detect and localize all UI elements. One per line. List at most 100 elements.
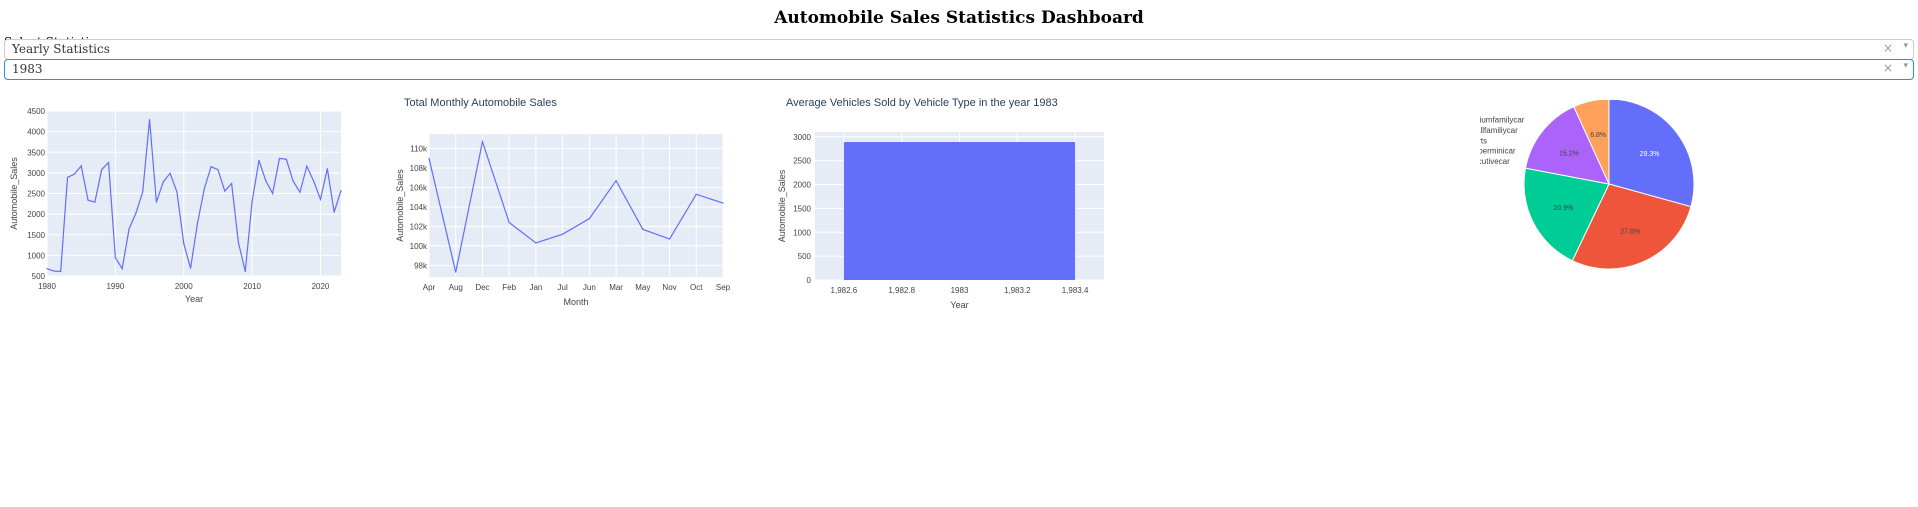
x-tick-label: Nov — [662, 283, 676, 292]
y-tick-label: 108k — [410, 164, 428, 173]
data-point — [306, 165, 308, 167]
pie-slice-label: 20.9% — [1554, 205, 1574, 212]
data-point — [455, 271, 457, 273]
x-tick-label: 1,983.2 — [1004, 286, 1031, 295]
x-tick-label: 1990 — [106, 282, 124, 291]
data-point — [319, 198, 322, 200]
data-point — [142, 191, 144, 193]
chevron-down-icon[interactable]: ▾ — [1903, 41, 1908, 51]
data-point — [278, 157, 281, 160]
page-title: Automobile Sales Statistics Dashboard — [774, 8, 1144, 28]
data-point — [210, 166, 212, 168]
data-point — [162, 181, 164, 183]
data-point — [189, 267, 192, 269]
y-tick-label: 98k — [414, 261, 428, 270]
y-axis-label: Automobile_Sales — [395, 169, 405, 242]
x-axis-label: Month — [563, 297, 588, 307]
data-point — [169, 172, 171, 174]
data-point — [428, 157, 430, 159]
data-point — [128, 228, 130, 230]
y-tick-label: 4000 — [27, 128, 45, 137]
data-point — [87, 199, 89, 201]
x-tick-label: 1,982.8 — [888, 286, 915, 295]
data-point — [265, 180, 267, 182]
y-tick-label: 4500 — [27, 107, 45, 116]
x-tick-label: Jan — [529, 283, 542, 292]
pie-slice-label: 6.8% — [1590, 132, 1606, 139]
data-point — [176, 191, 178, 193]
y-tick-label: 1000 — [793, 228, 811, 237]
chart-title: Average Vehicles Sold by Vehicle Type in… — [786, 97, 1058, 109]
data-point — [46, 267, 48, 270]
y-tick-label: 104k — [410, 203, 428, 212]
data-point — [244, 270, 246, 273]
year-dropdown[interactable]: 1983 × ▾ — [4, 59, 1914, 80]
y-tick-label: 2500 — [27, 190, 45, 199]
x-tick-label: 1,983.4 — [1062, 286, 1089, 295]
x-tick-label: 1,982.6 — [831, 286, 858, 295]
data-point — [107, 161, 110, 164]
data-point — [272, 192, 274, 195]
pie-slice-label: 15.2% — [1559, 150, 1579, 157]
y-tick-label: 1500 — [27, 231, 45, 240]
legend-item-label: Mediumfamilycar — [1480, 116, 1525, 125]
clear-icon[interactable]: × — [1883, 41, 1893, 55]
y-tick-label: 3000 — [793, 133, 811, 142]
data-point — [155, 201, 157, 203]
data-point — [53, 270, 55, 272]
x-tick-label: Sep — [716, 283, 731, 292]
monthly-sales-line-chart: Total Monthly Automobile Sales Apr Aug Dec F… — [395, 97, 731, 307]
data-point — [642, 228, 644, 230]
data-point — [313, 180, 315, 182]
data-point — [326, 168, 328, 170]
y-tick-label: 3500 — [27, 148, 45, 157]
data-point — [101, 168, 103, 171]
x-tick-label: Jul — [558, 283, 568, 292]
x-tick-label: 2010 — [243, 282, 261, 291]
plot-area — [429, 134, 723, 277]
data-point — [292, 180, 294, 182]
data-point — [588, 218, 590, 220]
statistics-dropdown[interactable]: Yearly Statistics × ▾ — [4, 39, 1914, 60]
data-point — [80, 165, 82, 167]
y-tick-label: 500 — [32, 272, 46, 281]
y-tick-label: 500 — [798, 252, 812, 261]
legend-item-label: Supperminicar — [1480, 147, 1516, 156]
data-point — [135, 212, 137, 214]
x-tick-label: 1983 — [951, 286, 969, 295]
chart-title: Total Monthly Automobile Sales — [404, 97, 557, 109]
legend-item-label: Smallfamiliycar — [1480, 126, 1518, 135]
data-point — [333, 211, 335, 213]
legend-item-label: Executivecar — [1480, 157, 1510, 166]
x-axis-label: Year — [185, 294, 203, 304]
yearly-sales-line-chart: 1980 1990 2000 2010 2020 500 1000 1500 2000 2500 3… — [9, 107, 342, 304]
y-tick-label: 0 — [807, 276, 812, 285]
data-point — [94, 201, 96, 203]
y-tick-label: 102k — [410, 222, 428, 231]
data-point — [196, 223, 199, 225]
data-point — [203, 188, 205, 190]
data-point — [535, 242, 537, 244]
data-point — [183, 242, 185, 245]
y-tick-label: 110k — [410, 145, 428, 154]
chevron-down-icon[interactable]: ▾ — [1903, 61, 1908, 71]
data-point — [224, 190, 226, 192]
data-point — [668, 238, 671, 240]
data-point — [60, 270, 62, 273]
data-point — [615, 180, 617, 182]
data-point — [231, 183, 233, 185]
data-point — [237, 241, 240, 244]
x-tick-label: Feb — [502, 283, 516, 292]
x-tick-label: 2020 — [312, 282, 330, 291]
data-point — [562, 233, 564, 235]
data-point — [73, 173, 75, 175]
data-point — [508, 221, 510, 224]
x-tick-label: May — [635, 283, 650, 292]
y-axis-label: Automobile_Sales — [777, 169, 787, 242]
clear-icon[interactable]: × — [1883, 61, 1893, 75]
vehicle-type-pie-chart: 29.3%27.8%20.9%15.2%6.8%MediumfamilycarS… — [1480, 100, 1695, 270]
x-tick-label: 1980 — [38, 282, 56, 291]
data-point — [722, 202, 724, 204]
vehicle-type-bar-chart: Average Vehicles Sold by Vehicle Type in… — [777, 97, 1104, 310]
x-tick-label: Dec — [475, 283, 489, 292]
